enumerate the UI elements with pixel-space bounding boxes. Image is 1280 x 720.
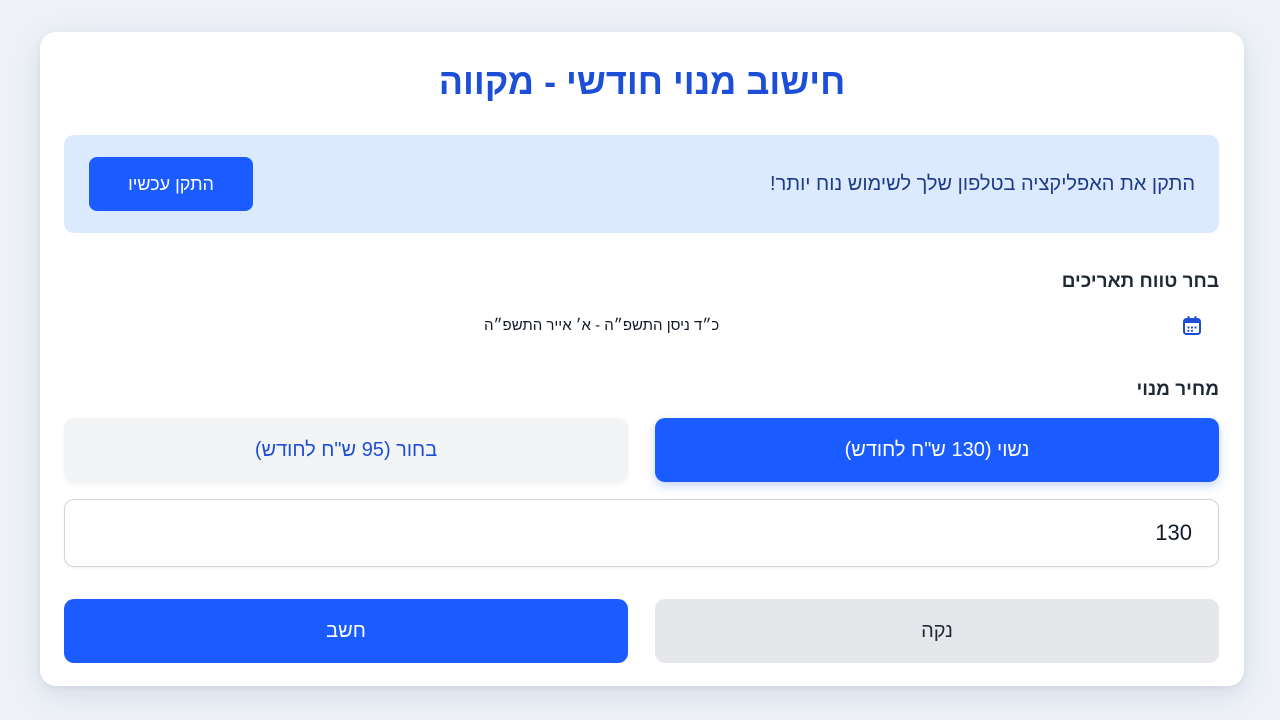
single-price-button[interactable]: בחור (95 ש"ח לחודש) xyxy=(64,418,628,482)
date-range-value: כ״ד ניסן התשפ״ה - א׳ אייר התשפ״ה xyxy=(484,317,720,334)
price-input[interactable] xyxy=(64,499,1219,567)
clear-button[interactable]: נקה xyxy=(655,599,1219,663)
date-range-label: בחר טווח תאריכים xyxy=(1061,271,1219,292)
date-range-picker[interactable]: כ״ד ניסן התשפ״ה - א׳ אייר התשפ״ה xyxy=(64,310,1219,342)
married-price-button[interactable]: נשוי (130 ש"ח לחודש) xyxy=(655,418,1219,482)
calendar-icon[interactable] xyxy=(1181,315,1203,337)
page-title: חישוב מנוי חודשי - מקווה xyxy=(438,61,846,102)
install-now-button[interactable]: התקן עכשיו xyxy=(89,157,253,211)
install-banner: התקן את האפליקציה בטלפון שלך לשימוש נוח … xyxy=(64,135,1219,233)
calculator-card: חישוב מנוי חודשי - מקווה התקן את האפליקצ… xyxy=(40,32,1244,686)
subscription-price-label: מחיר מנוי xyxy=(1136,379,1219,400)
calculate-button[interactable]: חשב xyxy=(64,599,628,663)
install-banner-text: התקן את האפליקציה בטלפון שלך לשימוש נוח … xyxy=(770,173,1195,195)
